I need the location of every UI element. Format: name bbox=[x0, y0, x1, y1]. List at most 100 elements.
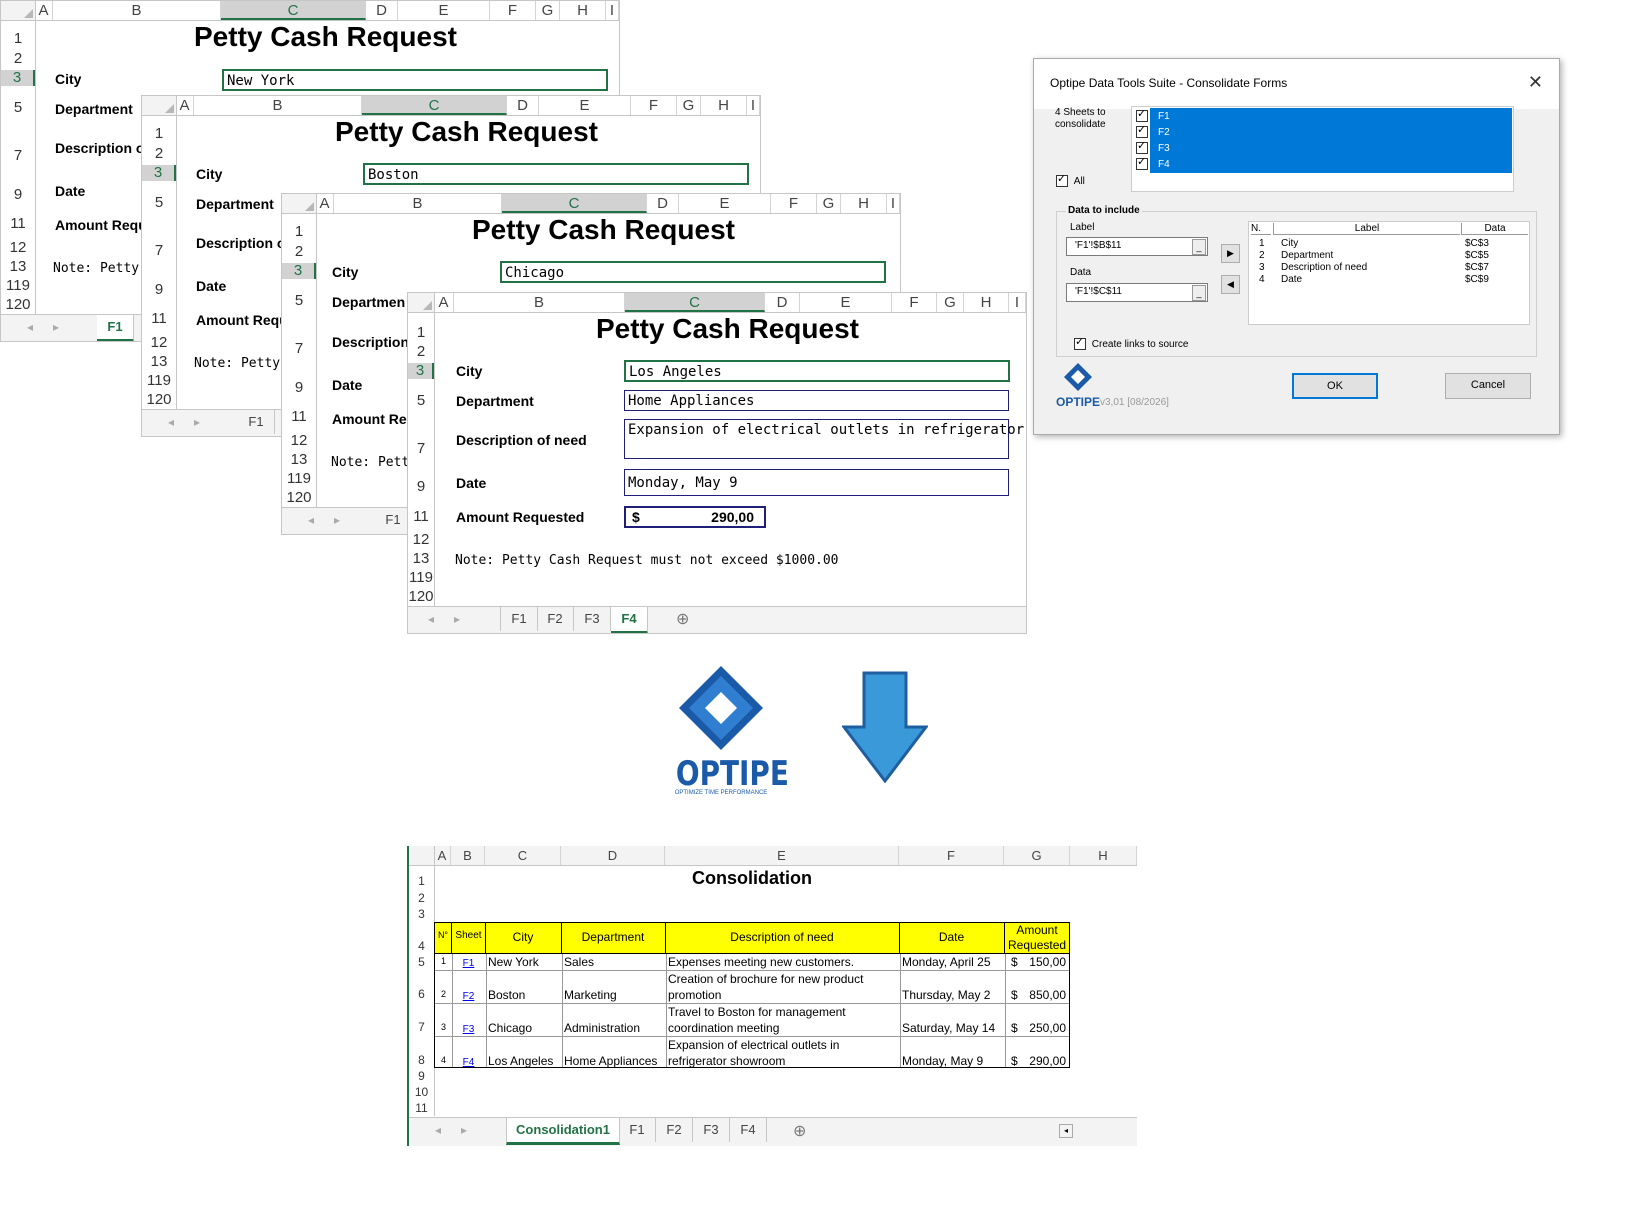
row-12[interactable]: 12 bbox=[142, 335, 176, 351]
close-icon[interactable]: ✕ bbox=[1528, 72, 1543, 93]
label-ref-input[interactable]: 'F1'!$B$11 _ bbox=[1066, 237, 1208, 256]
row-1[interactable]: 1 bbox=[282, 224, 316, 240]
list-header-label[interactable]: Label bbox=[1273, 223, 1460, 235]
checkbox-icon[interactable] bbox=[1136, 123, 1148, 138]
row-2[interactable]: 2 bbox=[408, 344, 434, 360]
row-4[interactable]: 4 bbox=[409, 922, 435, 954]
row-10[interactable]: 10 bbox=[409, 1084, 435, 1100]
add-sheet-icon[interactable]: ⊕ bbox=[793, 1121, 806, 1141]
add-arrow-button[interactable]: ▶ bbox=[1221, 244, 1240, 263]
select-all-corner[interactable] bbox=[142, 96, 177, 115]
tab-prev-icon[interactable]: ◂ bbox=[168, 415, 174, 429]
row-9[interactable]: 9 bbox=[409, 1068, 435, 1084]
tab-next-icon[interactable]: ▸ bbox=[334, 513, 340, 527]
col-f[interactable]: F bbox=[892, 293, 937, 312]
col-c[interactable]: C bbox=[362, 96, 507, 115]
row-5[interactable]: 5 bbox=[409, 954, 435, 970]
col-a[interactable]: A bbox=[434, 846, 451, 865]
row-5[interactable]: 5 bbox=[408, 393, 434, 409]
row-9[interactable]: 9 bbox=[1, 187, 35, 203]
row-9[interactable]: 9 bbox=[142, 282, 176, 298]
all-checkbox[interactable]: All bbox=[1056, 172, 1085, 187]
sheet-link[interactable]: F3 bbox=[463, 1024, 475, 1035]
row-5[interactable]: 5 bbox=[282, 293, 316, 309]
row-120[interactable]: 120 bbox=[408, 589, 434, 605]
checkbox-icon[interactable] bbox=[1136, 155, 1148, 170]
row-3[interactable]: 3 bbox=[282, 263, 316, 279]
col-e[interactable]: E bbox=[800, 293, 892, 312]
row-12[interactable]: 12 bbox=[1, 240, 35, 256]
row-119[interactable]: 119 bbox=[1, 278, 35, 294]
list-row[interactable]: 2 Department $C$5 bbox=[1259, 250, 1525, 262]
sheet-link[interactable]: F4 bbox=[463, 1057, 475, 1068]
col-g[interactable]: G bbox=[1004, 846, 1070, 865]
tab-prev-icon[interactable]: ◂ bbox=[27, 320, 33, 334]
row-7[interactable]: 7 bbox=[409, 1003, 435, 1036]
col-c[interactable]: C bbox=[625, 293, 765, 312]
col-c[interactable]: C bbox=[502, 194, 647, 213]
create-links-checkbox[interactable]: Create links to source bbox=[1074, 335, 1189, 350]
data-ref-input[interactable]: 'F1'!$C$11 _ bbox=[1066, 283, 1208, 302]
row-1[interactable]: 1 bbox=[409, 866, 435, 890]
row-13[interactable]: 13 bbox=[282, 452, 316, 468]
row-9[interactable]: 9 bbox=[408, 479, 434, 495]
tab-prev-icon[interactable]: ◂ bbox=[308, 513, 314, 527]
sheet-link[interactable]: F2 bbox=[463, 991, 475, 1002]
row-2[interactable]: 2 bbox=[409, 890, 435, 906]
tab-f2[interactable]: F2 bbox=[656, 1118, 693, 1142]
col-d[interactable]: D bbox=[366, 1, 398, 20]
col-d[interactable]: D bbox=[507, 96, 539, 115]
col-g[interactable]: G bbox=[937, 293, 964, 312]
col-f[interactable]: F bbox=[490, 1, 536, 20]
row-3[interactable]: 3 bbox=[1, 70, 35, 86]
row-5[interactable]: 5 bbox=[142, 195, 176, 211]
tab-prev-icon[interactable]: ◂ bbox=[428, 612, 434, 626]
col-i[interactable]: I bbox=[1009, 293, 1026, 312]
col-b[interactable]: B bbox=[194, 96, 362, 115]
checkbox-icon[interactable] bbox=[1056, 172, 1068, 187]
row-7[interactable]: 7 bbox=[1, 148, 35, 164]
col-d[interactable]: D bbox=[561, 846, 665, 865]
list-row[interactable]: 3 Description of need $C$7 bbox=[1259, 262, 1525, 274]
city-field[interactable]: Los Angeles bbox=[624, 360, 1010, 382]
col-i[interactable]: I bbox=[747, 96, 760, 115]
tab-prev-icon[interactable]: ◂ bbox=[435, 1123, 441, 1137]
sheet-link[interactable]: F1 bbox=[463, 958, 475, 969]
col-a[interactable]: A bbox=[35, 1, 53, 20]
col-e[interactable]: E bbox=[539, 96, 631, 115]
tab-next-icon[interactable]: ▸ bbox=[461, 1123, 467, 1137]
scrollbar-left-icon[interactable]: ◂ bbox=[1059, 1124, 1073, 1138]
list-header-n[interactable]: N. bbox=[1251, 223, 1271, 235]
tab-f1[interactable]: F1 bbox=[619, 1118, 656, 1142]
tab-next-icon[interactable]: ▸ bbox=[53, 320, 59, 334]
select-all-corner[interactable] bbox=[408, 293, 435, 312]
col-g[interactable]: G bbox=[817, 194, 841, 213]
col-a[interactable]: A bbox=[176, 96, 194, 115]
select-all-corner[interactable] bbox=[282, 194, 317, 213]
collapse-icon[interactable]: _ bbox=[1192, 285, 1206, 301]
description-field[interactable]: Expansion of electrical outlets in refri… bbox=[624, 419, 1026, 459]
row-2[interactable]: 2 bbox=[142, 146, 176, 162]
row-119[interactable]: 119 bbox=[282, 471, 316, 487]
cancel-button[interactable]: Cancel bbox=[1445, 373, 1531, 399]
row-12[interactable]: 12 bbox=[408, 532, 434, 548]
tab-consolidation1[interactable]: Consolidation1 bbox=[506, 1118, 620, 1145]
row-3[interactable]: 3 bbox=[409, 906, 435, 922]
row-11[interactable]: 11 bbox=[409, 1100, 435, 1116]
col-b[interactable]: B bbox=[53, 1, 221, 20]
tab-f1[interactable]: F1 bbox=[97, 315, 134, 341]
col-e[interactable]: E bbox=[398, 1, 490, 20]
col-h[interactable]: H bbox=[964, 293, 1009, 312]
tab-f1[interactable]: F1 bbox=[500, 607, 538, 631]
tab-f4[interactable]: F4 bbox=[730, 1118, 767, 1142]
list-header-data[interactable]: Data bbox=[1461, 223, 1528, 235]
col-f[interactable]: F bbox=[899, 846, 1004, 865]
col-h[interactable]: H bbox=[841, 194, 887, 213]
sheet-item-f4[interactable]: F4 bbox=[1136, 155, 1170, 174]
row-120[interactable]: 120 bbox=[142, 392, 176, 408]
row-11[interactable]: 11 bbox=[282, 409, 316, 425]
row-13[interactable]: 13 bbox=[408, 551, 434, 567]
row-11[interactable]: 11 bbox=[408, 509, 434, 525]
row-119[interactable]: 119 bbox=[142, 373, 176, 389]
row-120[interactable]: 120 bbox=[1, 297, 35, 313]
